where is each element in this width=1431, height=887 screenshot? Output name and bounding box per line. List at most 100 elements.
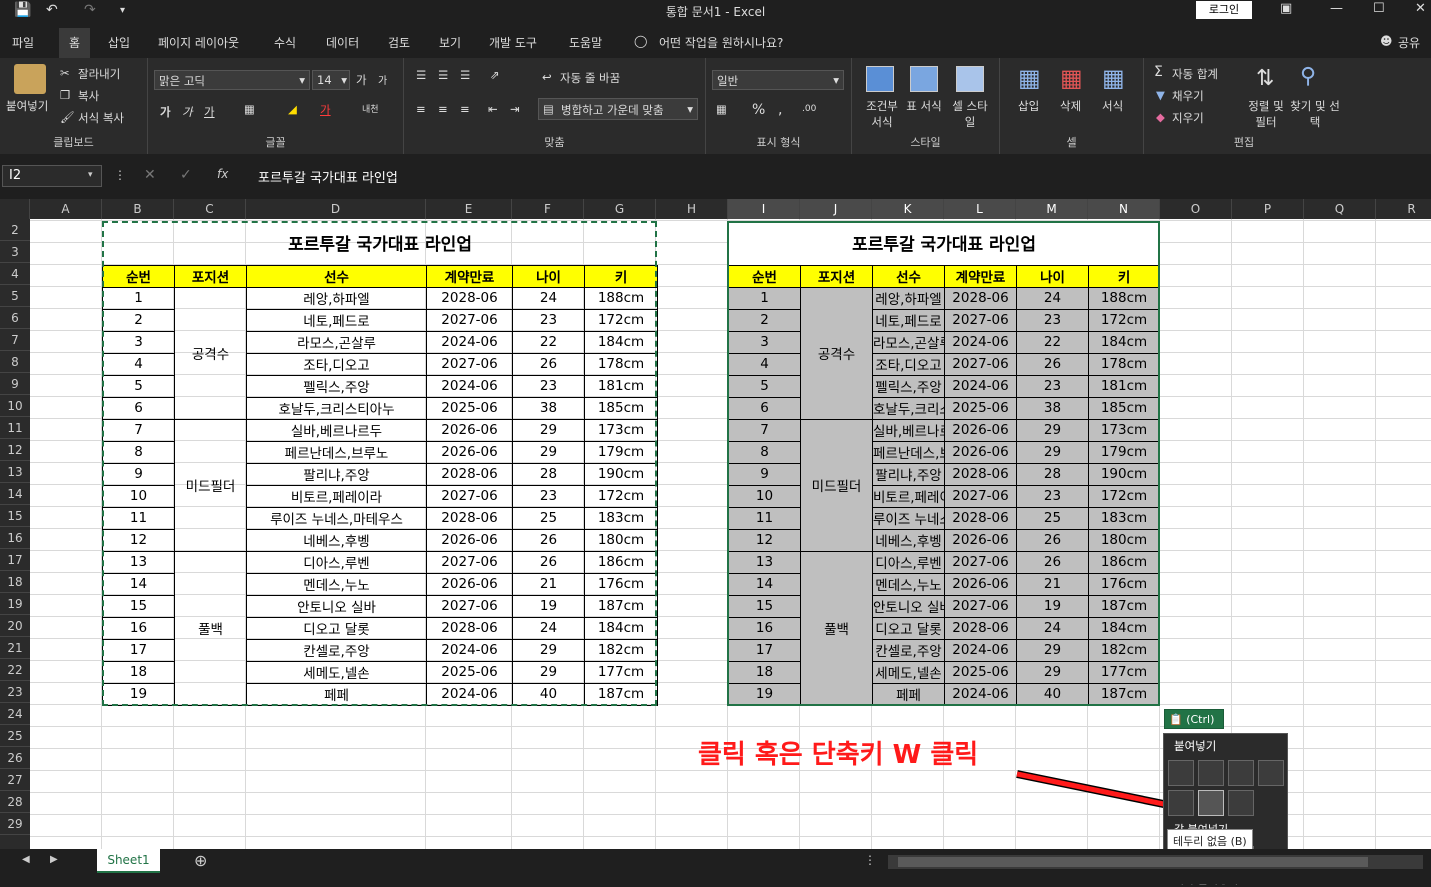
cell-number[interactable]: 6 bbox=[728, 396, 801, 420]
cell-number[interactable]: 18 bbox=[728, 660, 801, 684]
cell-age[interactable]: 24 bbox=[512, 286, 585, 310]
increase-decimal-button[interactable]: .00 bbox=[802, 104, 816, 114]
cell-contract[interactable]: 2024-06 bbox=[426, 682, 513, 706]
copy-button[interactable]: 복사 bbox=[78, 88, 99, 104]
cell-contract[interactable]: 2025-06 bbox=[426, 660, 513, 684]
align-left-icon[interactable]: ≡ bbox=[416, 102, 426, 116]
cell-player[interactable]: 루이즈 누네스,마테우스 bbox=[246, 506, 427, 530]
cell-player[interactable]: 펠릭스,주앙 bbox=[246, 374, 427, 398]
cell-height[interactable]: 187cm bbox=[1087, 682, 1161, 706]
enter-icon[interactable]: ✓ bbox=[180, 167, 192, 183]
column-header[interactable]: I bbox=[728, 199, 800, 219]
cell-position[interactable]: 미드필더 bbox=[800, 418, 873, 552]
cell-height[interactable]: 173cm bbox=[1087, 418, 1161, 442]
row-header[interactable]: 5 bbox=[0, 285, 30, 307]
formula-input[interactable]: 포르투갈 국가대표 라인업 bbox=[258, 167, 398, 186]
font-name-select[interactable]: 맑은 고딕 ▾ bbox=[154, 70, 310, 90]
share-button[interactable]: 공유 bbox=[1398, 34, 1420, 51]
cell-number[interactable]: 8 bbox=[728, 440, 801, 464]
cell-height[interactable]: 181cm bbox=[1087, 374, 1161, 398]
insert-function-button[interactable]: fx bbox=[217, 167, 228, 181]
tab-file[interactable]: 파일 bbox=[12, 34, 34, 51]
column-header[interactable]: R bbox=[1376, 199, 1431, 219]
cell-height[interactable]: 190cm bbox=[1087, 462, 1161, 486]
cell-player[interactable]: 실바,베르나르두 bbox=[872, 418, 945, 442]
cell-player[interactable]: 펠릭스,주앙 bbox=[872, 374, 945, 398]
cell-height[interactable]: 182cm bbox=[1087, 638, 1161, 662]
tab-insert[interactable]: 삽입 bbox=[108, 34, 130, 51]
cell-contract[interactable]: 2024-06 bbox=[944, 374, 1017, 398]
clear-button[interactable]: 지우기 bbox=[1172, 110, 1204, 126]
cell-player[interactable]: 안토니오 실바 bbox=[246, 594, 427, 618]
cell-age[interactable]: 29 bbox=[1016, 660, 1089, 684]
align-center-icon[interactable]: ≡ bbox=[438, 102, 448, 116]
cell-height[interactable]: 187cm bbox=[583, 682, 659, 706]
cell-player[interactable]: 비토르,페레이라 bbox=[246, 484, 427, 508]
cell-player[interactable]: 호날두,크리스티아누 bbox=[246, 396, 427, 420]
cell-contract[interactable]: 2028-06 bbox=[426, 616, 513, 640]
row-header[interactable]: 9 bbox=[0, 373, 30, 395]
currency-icon[interactable]: ▦ bbox=[716, 102, 727, 116]
cell-player[interactable]: 레앙,하파엘 bbox=[872, 286, 945, 310]
cell-height[interactable]: 178cm bbox=[1087, 352, 1161, 376]
cell-number[interactable]: 9 bbox=[728, 462, 801, 486]
cell-age[interactable]: 40 bbox=[512, 682, 585, 706]
cell-number[interactable]: 13 bbox=[102, 550, 175, 574]
cell-age[interactable]: 24 bbox=[1016, 616, 1089, 640]
cell-contract[interactable]: 2026-06 bbox=[426, 528, 513, 552]
cell-number[interactable]: 2 bbox=[102, 308, 175, 332]
conditional-format-icon[interactable] bbox=[866, 66, 894, 92]
column-header[interactable]: C bbox=[174, 199, 246, 219]
cell-number[interactable]: 17 bbox=[102, 638, 175, 662]
cell-player[interactable]: 디오고 달롯 bbox=[246, 616, 427, 640]
cell-height[interactable]: 184cm bbox=[583, 616, 659, 640]
table-title[interactable]: 포르투갈 국가대표 라인업 bbox=[728, 221, 1160, 265]
cell-age[interactable]: 23 bbox=[512, 484, 585, 508]
column-header[interactable]: B bbox=[102, 199, 174, 219]
cell-player[interactable]: 비토르,페레이라 bbox=[872, 484, 945, 508]
header-cell[interactable]: 키 bbox=[1087, 264, 1161, 288]
cell-contract[interactable]: 2028-06 bbox=[426, 462, 513, 486]
cell-contract[interactable]: 2028-06 bbox=[426, 506, 513, 530]
cell-age[interactable]: 28 bbox=[1016, 462, 1089, 486]
row-header[interactable]: 24 bbox=[0, 703, 30, 725]
paste-no-borders-icon[interactable] bbox=[1198, 790, 1224, 816]
find-select-icon[interactable]: ⚲ bbox=[1300, 64, 1316, 89]
cell-number[interactable]: 8 bbox=[102, 440, 175, 464]
tell-me-box[interactable]: 어떤 작업을 원하시나요? bbox=[659, 34, 783, 51]
header-cell[interactable]: 키 bbox=[583, 264, 659, 288]
merge-center-button[interactable]: ▤ 병합하고 가운데 맞춤 ▾ bbox=[538, 98, 698, 120]
cell-number[interactable]: 19 bbox=[728, 682, 801, 706]
cell-height[interactable]: 172cm bbox=[1087, 308, 1161, 332]
cell-age[interactable]: 28 bbox=[512, 462, 585, 486]
tab-formulas[interactable]: 수식 bbox=[274, 34, 296, 51]
cell-age[interactable]: 24 bbox=[1016, 286, 1089, 310]
cell-height[interactable]: 182cm bbox=[583, 638, 659, 662]
cell-contract[interactable]: 2024-06 bbox=[944, 330, 1017, 354]
cell-player[interactable]: 디아스,루벤 bbox=[246, 550, 427, 574]
cell-age[interactable]: 25 bbox=[512, 506, 585, 530]
cell-player[interactable]: 세메도,넬손 bbox=[246, 660, 427, 684]
cell-height[interactable]: 185cm bbox=[583, 396, 659, 420]
tab-help[interactable]: 도움말 bbox=[569, 34, 602, 51]
cell-player[interactable]: 조타,디오고 bbox=[872, 352, 945, 376]
cell-contract[interactable]: 2025-06 bbox=[944, 396, 1017, 420]
cell-contract[interactable]: 2026-06 bbox=[426, 572, 513, 596]
row-header[interactable]: 14 bbox=[0, 483, 30, 505]
cell-age[interactable]: 38 bbox=[512, 396, 585, 420]
cell-position[interactable]: 공격수 bbox=[174, 286, 247, 420]
cell-number[interactable]: 4 bbox=[102, 352, 175, 376]
cell-contract[interactable]: 2028-06 bbox=[944, 462, 1017, 486]
cell-player[interactable]: 실바,베르나르두 bbox=[246, 418, 427, 442]
paste-button[interactable]: 붙여넣기 bbox=[6, 98, 48, 114]
cell-position[interactable]: 풀백 bbox=[800, 550, 873, 706]
cell-age[interactable]: 23 bbox=[512, 374, 585, 398]
cell-age[interactable]: 29 bbox=[1016, 638, 1089, 662]
row-header[interactable]: 21 bbox=[0, 637, 30, 659]
cell-contract[interactable]: 2024-06 bbox=[944, 638, 1017, 662]
cell-height[interactable]: 172cm bbox=[1087, 484, 1161, 508]
cell-contract[interactable]: 2027-06 bbox=[426, 550, 513, 574]
paste-options-button[interactable]: 📋 (Ctrl) ▾ bbox=[1164, 709, 1224, 746]
cell-contract[interactable]: 2024-06 bbox=[426, 638, 513, 662]
cell-age[interactable]: 29 bbox=[512, 638, 585, 662]
